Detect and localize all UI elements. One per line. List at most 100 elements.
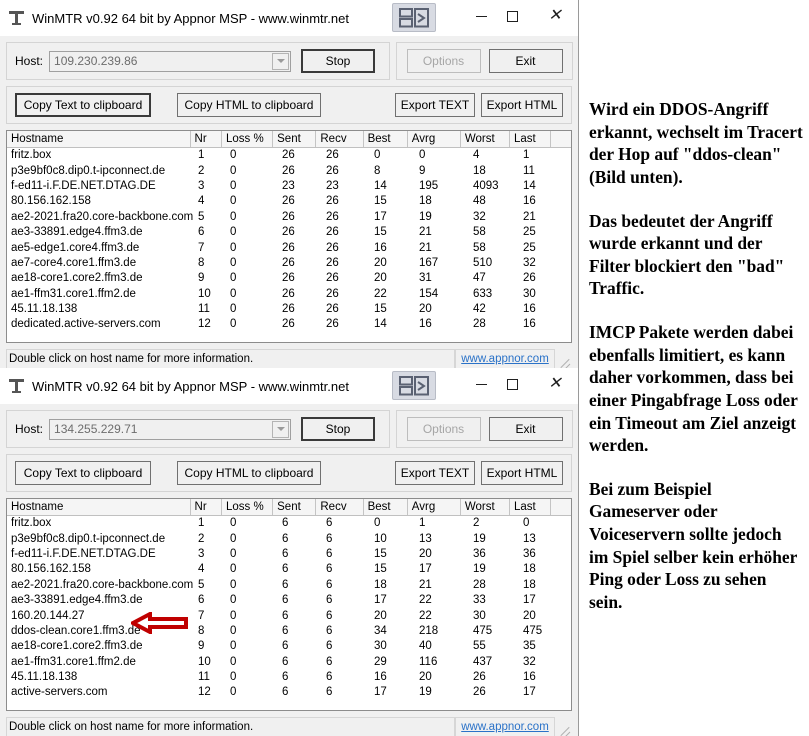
column-header-last[interactable]: Last	[510, 131, 552, 147]
stop-button[interactable]: Stop	[301, 49, 376, 73]
table-row[interactable]: dedicated.active-servers.com 12 0 26 26 14 16 2…	[7, 317, 571, 332]
column-header-recv[interactable]: Recv	[316, 499, 364, 515]
host-input[interactable]: 134.255.229.71	[49, 418, 292, 440]
column-header-sent[interactable]: Sent	[273, 499, 317, 515]
table-row[interactable]: 45.11.18.138 11 0 6 6 16 20 26 16	[7, 670, 571, 685]
cell-sent: 26	[282, 164, 295, 177]
trace-table-1[interactable]: Hostname Nr Loss % Sent Recv Best Avrg Worst Las…	[6, 130, 572, 343]
copy-text-button[interactable]: Copy Text to clipboard	[15, 461, 151, 485]
column-header-worst[interactable]: Worst	[460, 499, 510, 515]
cell-loss: 0	[230, 594, 237, 607]
options-button[interactable]: Options	[406, 417, 481, 441]
table-row[interactable]: p3e9bf0c8.dip0.t-ipconnect.de 2 0 6 6 10 13 19 1…	[7, 531, 571, 546]
resize-grip-icon[interactable]	[555, 717, 572, 736]
cell-last: 32	[523, 256, 536, 269]
exit-button[interactable]: Exit	[488, 417, 563, 441]
table-row[interactable]: f-ed11-i.F.DE.NET.DTAG.DE 3 0 6 6 15 20 36 36	[7, 547, 571, 562]
table-row[interactable]: f-ed11-i.F.DE.NET.DTAG.DE 3 0 23 23 14 195 4093…	[7, 179, 571, 194]
cell-loss: 0	[230, 226, 237, 239]
table-row[interactable]: ae1-ffm31.core1.ffm2.de 10 0 6 6 29 116 437 32	[7, 655, 571, 670]
column-header-last[interactable]: Last	[510, 499, 552, 515]
maximize-button[interactable]	[489, 0, 535, 32]
table-row[interactable]: fritz.box 1 0 6 6 0 1 2 0	[7, 516, 571, 531]
export-text-button[interactable]: Export TEXT	[395, 461, 475, 485]
copy-html-button[interactable]: Copy HTML to clipboard	[177, 93, 321, 117]
options-button[interactable]: Options	[406, 49, 481, 73]
table-row[interactable]: ddos-clean.core1.ffm3.de 8 0 6 6 34 218 475 475	[7, 624, 571, 639]
table-row[interactable]: ae2-2021.fra20.core-backbone.com 5 0 6 6 18 21…	[7, 578, 571, 593]
table-row[interactable]: 80.156.162.158 4 0 26 26 15 18 48 16	[7, 194, 571, 209]
cell-avrg: 22	[419, 594, 432, 607]
cell-hostname: ae1-ffm31.core1.ffm2.de	[11, 655, 136, 668]
cell-recv: 6	[326, 671, 333, 684]
column-header-avrg[interactable]: Avrg	[407, 131, 461, 147]
copy-text-button[interactable]: Copy Text to clipboard	[15, 93, 151, 117]
stop-button[interactable]: Stop	[301, 417, 376, 441]
column-header-sent[interactable]: Sent	[273, 131, 317, 147]
appnor-link-cell[interactable]: www.appnor.com	[455, 349, 555, 369]
column-header-loss[interactable]: Loss %	[222, 131, 274, 147]
cell-nr: 1	[198, 149, 205, 162]
trace-table-2[interactable]: Hostname Nr Loss % Sent Recv Best Avrg Worst Las…	[6, 498, 572, 711]
export-html-button[interactable]: Export HTML	[481, 93, 563, 117]
appnor-link-cell[interactable]: www.appnor.com	[455, 717, 555, 736]
column-header-avrg[interactable]: Avrg	[407, 499, 461, 515]
cell-loss: 0	[230, 640, 237, 653]
table-row[interactable]: 45.11.18.138 11 0 26 26 15 20 42 16	[7, 302, 571, 317]
cell-worst: 36	[473, 547, 486, 560]
export-text-button[interactable]: Export TEXT	[395, 93, 475, 117]
cell-loss: 0	[230, 318, 237, 331]
table-row[interactable]: active-servers.com 12 0 6 6 17 19 26 17	[7, 685, 571, 700]
table-body: fritz.box 1 0 26 26 0 0 4 1 p3e9bf0c8.dip0.t-ipco…	[7, 148, 571, 333]
cell-sent: 26	[282, 272, 295, 285]
resize-grip-icon[interactable]	[555, 349, 572, 369]
column-header-best[interactable]: Best	[363, 131, 408, 147]
export-html-button[interactable]: Export HTML	[481, 461, 563, 485]
column-header-nr[interactable]: Nr	[190, 499, 223, 515]
table-row[interactable]: 80.156.162.158 4 0 6 6 15 17 19 18	[7, 562, 571, 577]
copy-html-button[interactable]: Copy HTML to clipboard	[177, 461, 321, 485]
chevron-down-icon[interactable]	[272, 52, 290, 70]
exit-button[interactable]: Exit	[488, 49, 563, 73]
column-header-hostname[interactable]: Hostname	[7, 499, 191, 515]
cell-loss: 0	[230, 517, 237, 530]
column-header-best[interactable]: Best	[363, 499, 408, 515]
table-row[interactable]: ae1-ffm31.core1.ffm2.de 10 0 26 26 22 154 633 30	[7, 287, 571, 302]
table-row[interactable]: ae7-core4.core1.ffm3.de 8 0 26 26 20 167 510 32	[7, 256, 571, 271]
statusbar-1: Double click on host name for more infor…	[6, 349, 572, 369]
appnor-link[interactable]: www.appnor.com	[461, 353, 549, 365]
chevron-down-icon[interactable]	[272, 420, 290, 438]
close-button[interactable]: ✕	[532, 0, 578, 32]
maximize-button[interactable]	[489, 368, 535, 400]
appnor-link[interactable]: www.appnor.com	[461, 721, 549, 733]
cell-last: 475	[523, 624, 543, 637]
cell-best: 0	[374, 517, 381, 530]
column-header-hostname[interactable]: Hostname	[7, 131, 191, 147]
table-row[interactable]: ae2-2021.fra20.core-backbone.com 5 0 26 26 17…	[7, 210, 571, 225]
table-row[interactable]: ae3-33891.edge4.ffm3.de 6 0 26 26 15 21 58 25	[7, 225, 571, 240]
close-button[interactable]: ✕	[532, 368, 578, 400]
snap-layouts-icon[interactable]	[392, 3, 436, 32]
cell-worst: 437	[473, 655, 493, 668]
table-row[interactable]: p3e9bf0c8.dip0.t-ipconnect.de 2 0 26 26 8 9 18 1…	[7, 163, 571, 178]
column-header-worst[interactable]: Worst	[460, 131, 510, 147]
column-header-recv[interactable]: Recv	[316, 131, 364, 147]
cell-nr: 3	[198, 547, 205, 560]
table-row[interactable]: ae3-33891.edge4.ffm3.de 6 0 6 6 17 22 33 17	[7, 593, 571, 608]
column-header-nr[interactable]: Nr	[190, 131, 223, 147]
cell-nr: 4	[198, 195, 205, 208]
cell-best: 15	[374, 547, 387, 560]
snap-layouts-icon[interactable]	[392, 371, 436, 400]
table-row[interactable]: ae5-edge1.core4.ffm3.de 7 0 26 26 16 21 58 25	[7, 240, 571, 255]
column-header-loss[interactable]: Loss %	[222, 499, 274, 515]
host-input[interactable]: 109.230.239.86	[49, 50, 292, 72]
table-row[interactable]: fritz.box 1 0 26 26 0 0 4 1	[7, 148, 571, 163]
cell-best: 14	[374, 318, 387, 331]
table-row[interactable]: 160.20.144.27 7 0 6 6 20 22 30 20	[7, 608, 571, 623]
table-row[interactable]: ae18-core1.core2.ffm3.de 9 0 6 6 30 40 55 35	[7, 639, 571, 654]
cell-best: 17	[374, 210, 387, 223]
table-row[interactable]: ae18-core1.core2.ffm3.de 9 0 26 26 20 31 47 26	[7, 271, 571, 286]
cell-sent: 26	[282, 318, 295, 331]
cell-last: 17	[523, 594, 536, 607]
cell-best: 10	[374, 532, 387, 545]
